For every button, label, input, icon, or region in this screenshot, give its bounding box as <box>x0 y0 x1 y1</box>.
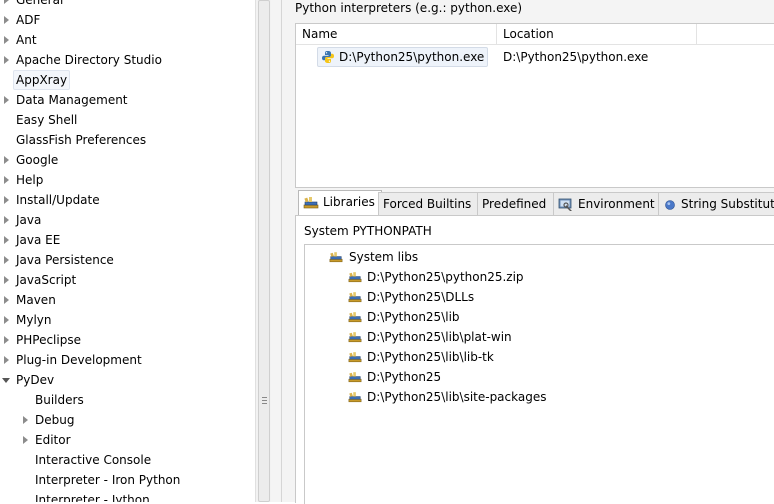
chevron-right-icon[interactable] <box>23 436 28 444</box>
library-path-label: D:\Python25 <box>367 370 442 384</box>
tree-item-label: GlassFish Preferences <box>16 133 147 147</box>
interpreter-preferences-page: Python interpreters (e.g.: python.exe) N… <box>281 0 774 504</box>
chevron-right-icon[interactable] <box>4 156 9 164</box>
library-jar-icon <box>348 392 362 403</box>
library-jar-icon <box>348 312 362 323</box>
scrollbar-grip-icon <box>262 397 267 406</box>
tab-label: Forced Builtins <box>383 197 472 211</box>
chevron-right-icon[interactable] <box>4 216 9 224</box>
tree-item-label: Java <box>16 213 42 227</box>
tree-item-label: Editor <box>35 433 71 447</box>
tree-item-label: Interpreter - Iron Python <box>35 473 181 487</box>
chevron-right-icon[interactable] <box>4 0 9 4</box>
tab-string-substitution[interactable]: String Substitut <box>658 192 774 215</box>
pythonpath-label: System PYTHONPATH <box>304 224 432 238</box>
tree-item-label: Interactive Console <box>35 453 152 467</box>
system-libs-label: System libs <box>349 250 419 264</box>
tree-item-label: Mylyn <box>16 313 52 327</box>
libraries-icon <box>329 252 343 263</box>
library-jar-icon <box>348 352 362 363</box>
environment-icon <box>558 198 572 211</box>
chevron-right-icon[interactable] <box>4 316 9 324</box>
chevron-right-icon[interactable] <box>4 56 9 64</box>
chevron-right-icon[interactable] <box>4 196 9 204</box>
library-jar-icon <box>348 372 362 383</box>
chevron-right-icon[interactable] <box>4 256 9 264</box>
chevron-right-icon[interactable] <box>4 176 9 184</box>
library-path-label: D:\Python25\lib <box>367 310 460 324</box>
tab-environment[interactable]: Environment <box>553 192 661 215</box>
chevron-right-icon[interactable] <box>4 16 9 24</box>
chevron-right-icon[interactable] <box>4 356 9 364</box>
tree-item-label: Google <box>16 153 59 167</box>
library-jar-icon <box>348 332 362 343</box>
tree-item-label: Easy Shell <box>16 113 78 127</box>
chevron-right-icon[interactable] <box>4 296 9 304</box>
library-path-label: D:\Python25\lib\plat-win <box>367 330 512 344</box>
interpreter-name-cell[interactable]: D:\Python25\python.exe <box>317 47 489 67</box>
tab-label: String Substitut <box>681 197 774 211</box>
tree-item-label: Data Management <box>16 93 128 107</box>
tree-item-label: Help <box>16 173 44 187</box>
tree-item-label: Maven <box>16 293 56 307</box>
tab-label: Libraries <box>323 195 375 209</box>
tree-item-label: PyDev <box>16 373 55 387</box>
chevron-down-icon[interactable] <box>2 378 10 383</box>
tree-scrollbar[interactable] <box>255 0 271 502</box>
tab-label: Environment <box>578 197 655 211</box>
library-jar-icon <box>348 292 362 303</box>
interpreters-caption: Python interpreters (e.g.: python.exe) <box>295 1 523 15</box>
interpreter-tabs: Libraries Forced Builtins Predefined Env… <box>295 190 774 216</box>
tab-libraries[interactable]: Libraries <box>298 190 382 216</box>
chevron-right-icon[interactable] <box>4 236 9 244</box>
library-path-label: D:\Python25\lib\site-packages <box>367 390 547 404</box>
preferences-tree: General ADF Ant Apache Directory Studio AppX… <box>0 0 255 502</box>
tree-item-label: Install/Update <box>16 193 100 207</box>
column-header-name[interactable]: Name <box>296 24 497 45</box>
library-path-label: D:\Python25\python25.zip <box>367 270 524 284</box>
column-header-location[interactable]: Location <box>497 24 697 45</box>
library-path-label: D:\Python25\DLLs <box>367 290 475 304</box>
chevron-right-icon[interactable] <box>4 276 9 284</box>
tab-predefined[interactable]: Predefined <box>477 192 558 215</box>
tab-label: Predefined <box>482 197 547 211</box>
column-header-empty <box>697 24 774 45</box>
tab-forced-builtins[interactable]: Forced Builtins <box>378 192 478 215</box>
chevron-right-icon[interactable] <box>4 336 9 344</box>
tree-item-label: PHPeclipse <box>16 333 81 347</box>
chevron-right-icon[interactable] <box>4 96 9 104</box>
tree-item-label: Plug-in Development <box>16 353 142 367</box>
table-row[interactable]: D:\Python25\python.exe <box>317 47 489 67</box>
chevron-right-icon[interactable] <box>23 416 28 424</box>
interpreters-table[interactable]: Name Location D:\Python25\python.exe D:\… <box>295 23 774 188</box>
tree-item-label: Interpreter - Jython <box>35 493 150 502</box>
string-substitution-icon <box>665 199 675 210</box>
tree-item-label: AppXray <box>13 70 71 90</box>
splitter[interactable] <box>271 0 281 502</box>
libraries-icon <box>303 197 319 209</box>
interpreter-location-cell: D:\Python25\python.exe <box>503 50 649 64</box>
tree-item-label: Ant <box>16 33 37 47</box>
python-icon <box>322 51 334 63</box>
chevron-right-icon[interactable] <box>4 36 9 44</box>
scrollbar-thumb[interactable] <box>258 0 270 502</box>
libraries-panel: System PYTHONPATH System libs D:\Python2… <box>295 215 774 504</box>
tree-item-label: General <box>16 0 64 7</box>
tree-item-label: ADF <box>16 13 41 27</box>
library-path-label: D:\Python25\lib\lib-tk <box>367 350 494 364</box>
library-jar-icon <box>348 272 362 283</box>
tree-item-label: Java Persistence <box>16 253 114 267</box>
tree-item-label: Debug <box>35 413 75 427</box>
tree-item-label: JavaScript <box>16 273 77 287</box>
tree-item-label: Java EE <box>16 233 61 247</box>
tree-item-label: Builders <box>35 393 84 407</box>
interpreter-name: D:\Python25\python.exe <box>339 50 485 64</box>
tree-item-label: Apache Directory Studio <box>16 53 162 67</box>
pythonpath-tree[interactable]: System libs D:\Python25\python25.zip D:\P… <box>304 244 774 504</box>
